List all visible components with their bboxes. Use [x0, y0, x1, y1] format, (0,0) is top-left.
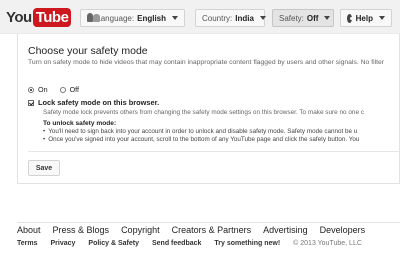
language-value: English [137, 13, 166, 23]
safety-button[interactable]: Safety: Off [272, 9, 334, 27]
save-button[interactable]: Save [28, 160, 60, 176]
top-bar: You Tube Language: English Country: Indi… [0, 0, 400, 34]
people-icon [87, 13, 101, 23]
footer-secondary-links: Terms Privacy Policy & Safety Send feedb… [17, 240, 375, 247]
lock-description: Safety mode lock prevents others from ch… [43, 109, 365, 116]
country-button[interactable]: Country: India [195, 9, 266, 27]
footer-link-about[interactable]: About [17, 225, 41, 235]
country-label: Country: [202, 13, 233, 23]
safety-off-label[interactable]: Off [70, 85, 79, 94]
logo-you-text: You [6, 8, 32, 26]
footer-primary-links: About Press & Blogs Copyright Creators &… [17, 225, 377, 235]
lock-safety-row: Lock safety mode on this browser. [28, 98, 159, 107]
footer-divider [17, 222, 400, 223]
footer-link-copyright[interactable]: Copyright [121, 225, 160, 235]
footer-link-press[interactable]: Press & Blogs [53, 225, 110, 235]
chevron-down-icon [172, 16, 178, 20]
footer-link-creators[interactable]: Creators & Partners [172, 225, 252, 235]
help-label: Help [355, 13, 373, 23]
unlock-step: Once you've signed into your account, sc… [43, 136, 359, 144]
logo-tube-text: Tube [32, 7, 72, 27]
safety-mode-panel: Choose your safety mode Turn on safety m… [17, 34, 400, 184]
unlock-step: You'll need to sign back into your accou… [43, 128, 359, 136]
safety-on-radio[interactable] [28, 86, 34, 93]
lock-safety-label[interactable]: Lock safety mode on this browser. [38, 98, 159, 107]
divider [28, 151, 399, 152]
safety-off-radio[interactable] [59, 86, 66, 93]
language-label: Language: [96, 13, 135, 23]
lock-safety-checkbox[interactable] [28, 99, 34, 106]
safety-mode-radio-group: On Off [28, 85, 79, 94]
footer-link-advertising[interactable]: Advertising [263, 225, 308, 235]
copyright-text: © 2013 YouTube, LLC [293, 240, 362, 247]
unlock-title: To unlock safety mode: [43, 120, 117, 127]
footer-link-terms[interactable]: Terms [17, 240, 38, 247]
footer-link-privacy[interactable]: Privacy [51, 240, 76, 247]
footer-link-developers[interactable]: Developers [320, 225, 366, 235]
youtube-logo[interactable]: You Tube [6, 7, 72, 27]
safety-value: Off [306, 13, 319, 23]
chevron-down-icon [259, 16, 266, 20]
safety-on-label[interactable]: On [38, 85, 48, 94]
chevron-down-icon [324, 16, 331, 20]
help-button[interactable]: Help [340, 9, 392, 27]
gear-icon [347, 13, 353, 23]
language-button[interactable]: Language: English [80, 9, 185, 27]
country-value: India [235, 13, 254, 23]
unlock-steps: You'll need to sign back into your accou… [43, 128, 359, 144]
footer-link-feedback[interactable]: Send feedback [152, 240, 201, 247]
footer-link-try-new[interactable]: Try something new! [214, 240, 280, 247]
chevron-down-icon [379, 16, 385, 20]
safety-label: Safety: [279, 13, 304, 23]
panel-description: Turn on safety mode to hide videos that … [28, 59, 385, 66]
footer-link-policy[interactable]: Policy & Safety [88, 240, 139, 247]
panel-title: Choose your safety mode [28, 45, 148, 57]
